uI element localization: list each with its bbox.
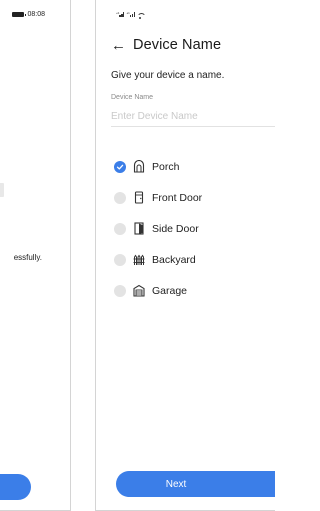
option-porch[interactable]: Porch xyxy=(114,151,202,182)
success-message: essfully. xyxy=(13,253,42,262)
signal-bars-icon xyxy=(119,11,125,17)
status-bar: 08:08 xyxy=(12,11,45,18)
signal-bars-icon xyxy=(129,11,135,17)
garage-icon xyxy=(133,284,145,297)
cellular-signal-2: ⁴⁶ xyxy=(126,11,135,19)
side-door-icon xyxy=(133,222,145,235)
radio-unchecked-icon[interactable] xyxy=(114,253,126,266)
page-title: Device Name xyxy=(133,37,222,53)
porch-icon xyxy=(133,160,145,173)
option-label: Porch xyxy=(152,160,180,173)
next-button[interactable]: Next xyxy=(116,471,275,497)
option-label: Side Door xyxy=(152,222,199,235)
option-garage[interactable]: Garage xyxy=(114,275,202,306)
device-name-label: Device Name xyxy=(111,94,154,101)
location-options: Porch Front Door Side Door Backyard Gara… xyxy=(114,151,202,306)
wifi-icon xyxy=(136,13,146,19)
option-front-door[interactable]: Front Door xyxy=(114,182,202,213)
primary-button[interactable] xyxy=(0,474,31,500)
device-image xyxy=(0,183,4,197)
battery-icon xyxy=(12,12,27,17)
device-name-input[interactable] xyxy=(111,107,275,127)
option-label: Backyard xyxy=(152,253,196,266)
option-backyard[interactable]: Backyard xyxy=(114,244,202,275)
option-label: Garage xyxy=(152,284,188,297)
cellular-signal-1: ⁴⁶ xyxy=(116,11,125,19)
status-bar: ⁴⁶ ⁴⁶ xyxy=(116,11,146,19)
page-header: ← Device Name xyxy=(111,37,221,53)
backyard-fence-icon xyxy=(133,253,145,266)
radio-unchecked-icon[interactable] xyxy=(114,284,126,297)
radio-checked-icon[interactable] xyxy=(114,160,126,173)
previous-screen-panel: 08:08 essfully. xyxy=(0,0,71,511)
radio-unchecked-icon[interactable] xyxy=(114,191,126,204)
option-side-door[interactable]: Side Door xyxy=(114,213,202,244)
instruction-text: Give your device a name. xyxy=(111,70,225,81)
arrow-left-icon[interactable]: ← xyxy=(111,38,126,53)
radio-unchecked-icon[interactable] xyxy=(114,222,126,235)
front-door-icon xyxy=(133,191,145,204)
device-name-screen: ⁴⁶ ⁴⁶ ← Device Name Give your device a n… xyxy=(95,0,275,511)
option-label: Front Door xyxy=(152,191,203,204)
status-time: 08:08 xyxy=(27,11,45,18)
